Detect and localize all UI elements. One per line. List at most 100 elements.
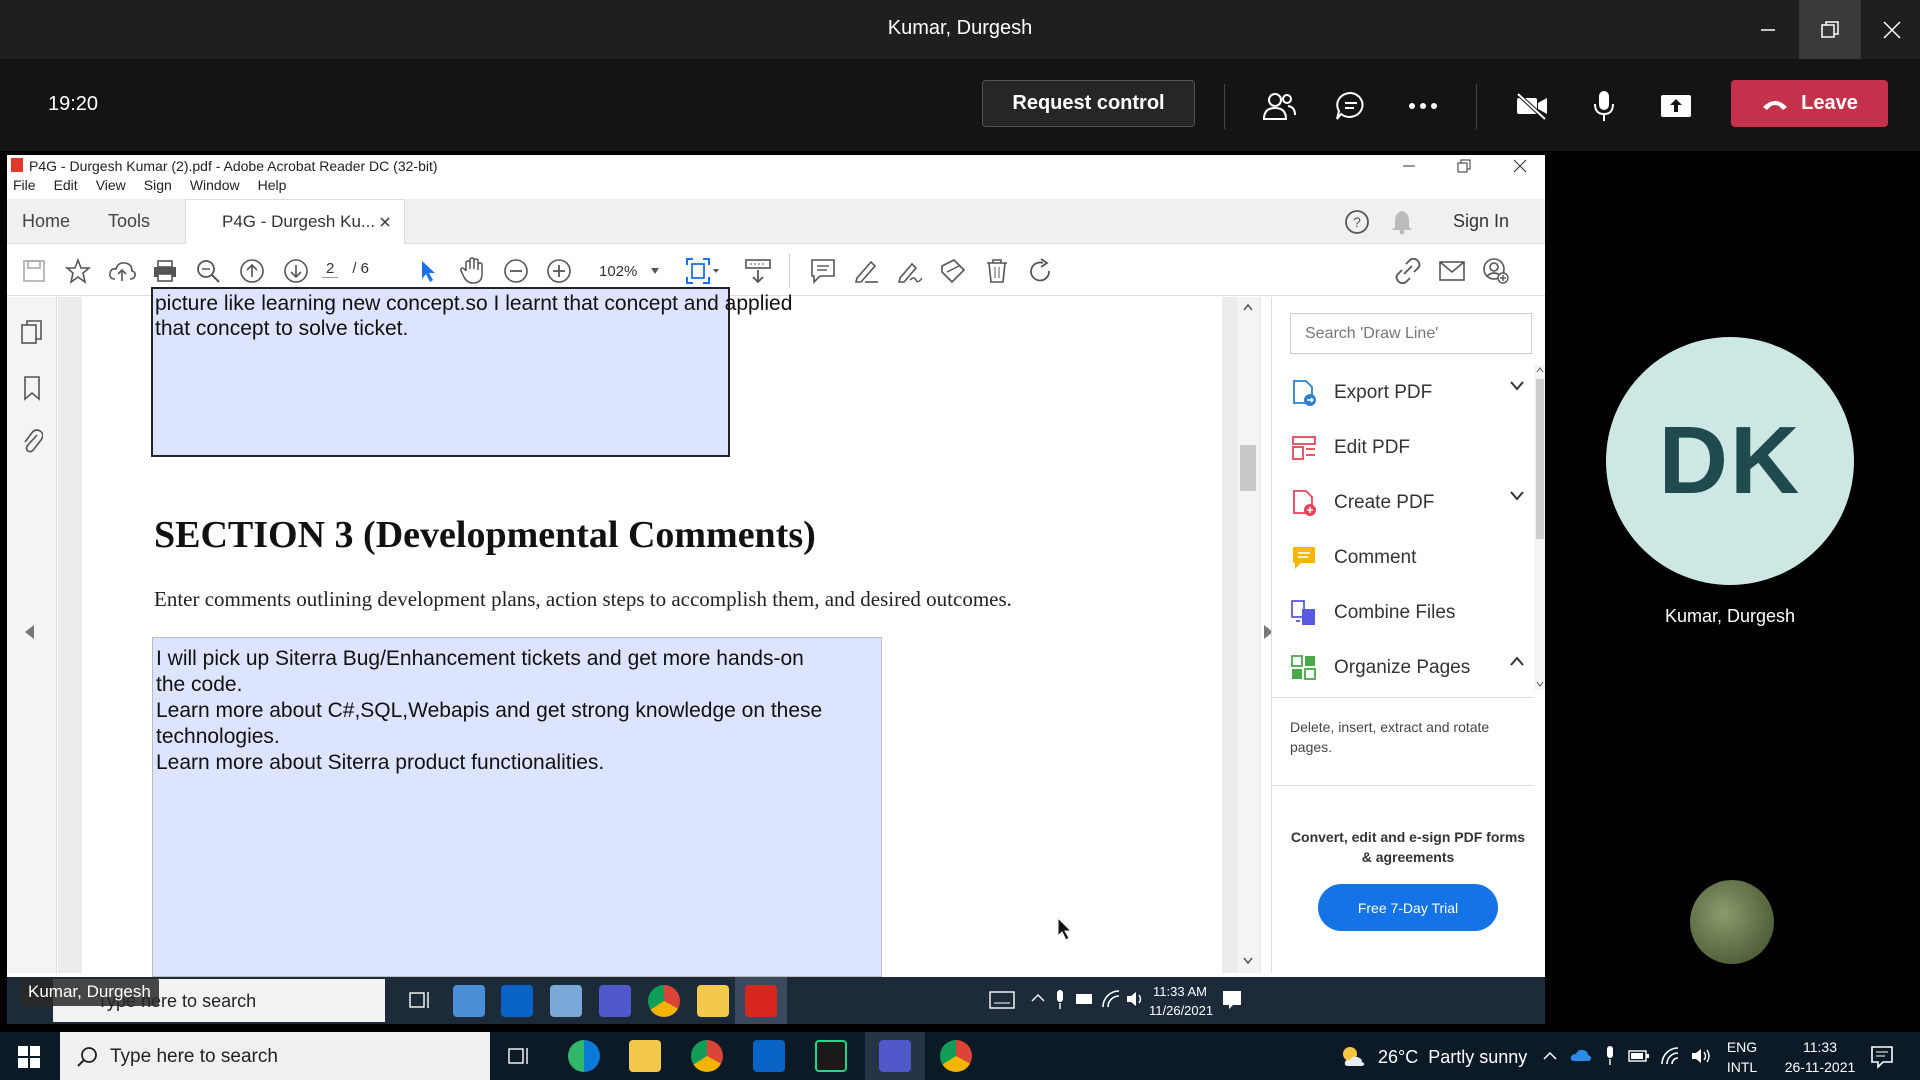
close-window-button[interactable] bbox=[1861, 0, 1920, 59]
camera-off-icon[interactable] bbox=[1507, 81, 1557, 131]
taskbar-clock[interactable]: 11:33 26-11-2021 bbox=[1770, 1037, 1870, 1077]
scrollbar-thumb[interactable] bbox=[1240, 445, 1256, 491]
notifications-bell-icon[interactable] bbox=[1391, 209, 1413, 235]
zoom-out-icon[interactable] bbox=[501, 256, 531, 286]
chrome-icon[interactable] bbox=[648, 985, 680, 1017]
scroll-up-arrow-icon[interactable] bbox=[1536, 367, 1544, 373]
app-icon[interactable] bbox=[453, 985, 485, 1017]
developmental-comments-field[interactable]: I will pick up Siterra Bug/Enhancement t… bbox=[152, 637, 882, 977]
file-explorer-icon[interactable] bbox=[697, 985, 729, 1017]
zoom-level-dropdown[interactable]: 102% bbox=[585, 258, 667, 284]
volume-icon[interactable] bbox=[1690, 1046, 1712, 1066]
notification-center-icon[interactable] bbox=[1870, 1045, 1894, 1069]
scroll-down-arrow-icon[interactable] bbox=[1536, 681, 1544, 687]
share-screen-icon[interactable] bbox=[1651, 81, 1701, 131]
tool-edit-pdf[interactable]: Edit PDF bbox=[1290, 420, 1530, 475]
menu-file[interactable]: File bbox=[13, 177, 36, 193]
close-tab-icon[interactable] bbox=[380, 217, 390, 227]
menu-edit[interactable]: Edit bbox=[54, 177, 78, 193]
windows-start-icon[interactable] bbox=[18, 1046, 40, 1068]
more-options-icon[interactable] bbox=[1398, 81, 1448, 131]
hand-tool-icon[interactable] bbox=[457, 256, 487, 286]
task-view-icon[interactable] bbox=[409, 989, 431, 1011]
keyboard-icon[interactable] bbox=[989, 990, 1015, 1010]
volume-icon[interactable] bbox=[1125, 989, 1145, 1009]
chevron-down-icon[interactable] bbox=[1510, 491, 1524, 501]
draw-freehand-icon[interactable] bbox=[895, 256, 925, 286]
search-zoom-icon[interactable] bbox=[193, 256, 223, 286]
tool-export-pdf[interactable]: Export PDF bbox=[1290, 365, 1530, 420]
chevron-up-icon[interactable] bbox=[1543, 1051, 1557, 1061]
app-icon[interactable] bbox=[550, 985, 582, 1017]
edge-icon[interactable] bbox=[568, 1040, 600, 1072]
share-link-icon[interactable] bbox=[1393, 256, 1423, 286]
pycharm-icon[interactable] bbox=[815, 1040, 847, 1072]
request-control-button[interactable]: Request control bbox=[982, 80, 1195, 127]
microphone-icon[interactable] bbox=[1579, 81, 1629, 131]
participants-icon[interactable] bbox=[1254, 81, 1304, 131]
tab-tools[interactable]: Tools bbox=[108, 199, 150, 244]
add-user-icon[interactable] bbox=[1481, 256, 1511, 286]
tools-search-input[interactable]: Search 'Draw Line' bbox=[1290, 313, 1532, 354]
onedrive-cloud-icon[interactable] bbox=[1570, 1048, 1592, 1062]
save-icon[interactable] bbox=[19, 256, 49, 286]
add-comment-icon[interactable] bbox=[808, 256, 838, 286]
collapse-left-panel-icon[interactable] bbox=[25, 625, 35, 639]
taskbar-search-box[interactable]: Type here to search bbox=[60, 1032, 490, 1080]
help-icon[interactable]: ? bbox=[1344, 209, 1370, 235]
teams-icon[interactable] bbox=[599, 985, 631, 1017]
attachment-paperclip-icon[interactable] bbox=[21, 427, 43, 455]
acrobat-restore-icon[interactable] bbox=[1457, 159, 1471, 173]
page-thumbnails-icon[interactable] bbox=[20, 319, 44, 345]
acrobat-close-icon[interactable] bbox=[1513, 159, 1527, 173]
upload-cloud-icon[interactable] bbox=[107, 256, 137, 286]
acrobat-taskbar-button[interactable] bbox=[735, 977, 787, 1024]
scrollbar-thumb[interactable] bbox=[1536, 379, 1544, 539]
page-number-input[interactable]: 2 bbox=[322, 260, 339, 278]
sign-document-icon[interactable] bbox=[938, 256, 968, 286]
menu-window[interactable]: Window bbox=[190, 177, 240, 193]
highlight-pen-icon[interactable] bbox=[851, 256, 881, 286]
tool-combine-files[interactable]: Combine Files bbox=[1290, 585, 1530, 640]
previous-comment-field[interactable]: picture like learning new concept.so I l… bbox=[151, 287, 792, 457]
tool-comment[interactable]: Comment bbox=[1290, 530, 1530, 585]
menu-view[interactable]: View bbox=[96, 177, 126, 193]
chrome-icon[interactable] bbox=[940, 1040, 972, 1072]
bookmarks-icon[interactable] bbox=[22, 375, 42, 401]
chrome-icon[interactable] bbox=[691, 1040, 723, 1072]
rotate-icon[interactable] bbox=[1025, 256, 1055, 286]
chevron-up-icon[interactable] bbox=[1510, 656, 1524, 666]
fit-page-icon[interactable] bbox=[683, 256, 723, 286]
tool-create-pdf[interactable]: Create PDF bbox=[1290, 475, 1530, 530]
chevron-down-icon[interactable] bbox=[1510, 381, 1524, 391]
notification-center-icon[interactable] bbox=[1221, 989, 1243, 1011]
scroll-down-arrow-icon[interactable] bbox=[1243, 957, 1253, 965]
task-view-icon[interactable] bbox=[508, 1046, 530, 1066]
bookmark-star-icon[interactable] bbox=[63, 256, 93, 286]
zoom-in-icon[interactable] bbox=[544, 256, 574, 286]
menu-sign[interactable]: Sign bbox=[144, 177, 172, 193]
minimize-button[interactable] bbox=[1737, 0, 1799, 59]
acrobat-minimize-icon[interactable] bbox=[1402, 159, 1416, 173]
tools-pane-scrollbar[interactable] bbox=[1534, 365, 1545, 690]
input-language[interactable]: ENG INTL bbox=[1722, 1037, 1762, 1077]
outlook-icon[interactable] bbox=[501, 985, 533, 1017]
restore-button[interactable] bbox=[1799, 0, 1861, 59]
email-icon[interactable] bbox=[1437, 256, 1467, 286]
menu-help[interactable]: Help bbox=[258, 177, 287, 193]
delete-trash-icon[interactable] bbox=[982, 256, 1012, 286]
leave-button[interactable]: Leave bbox=[1731, 80, 1888, 127]
file-explorer-icon[interactable] bbox=[629, 1040, 661, 1072]
document-scrollbar[interactable] bbox=[1237, 297, 1259, 973]
teams-taskbar-button[interactable] bbox=[865, 1032, 925, 1080]
next-page-icon[interactable] bbox=[281, 256, 311, 286]
print-icon[interactable] bbox=[150, 256, 180, 286]
tool-organize-pages[interactable]: Organize Pages bbox=[1290, 640, 1530, 695]
free-trial-button[interactable]: Free 7-Day Trial bbox=[1318, 884, 1498, 931]
select-cursor-icon[interactable] bbox=[413, 256, 443, 286]
sign-in-link[interactable]: Sign In bbox=[1453, 199, 1509, 244]
weather-text[interactable]: 26°C Partly sunny bbox=[1378, 1047, 1527, 1068]
tab-document[interactable]: P4G - Durgesh Ku... bbox=[185, 199, 405, 244]
read-mode-icon[interactable] bbox=[743, 256, 773, 286]
chevron-up-icon[interactable] bbox=[1031, 993, 1045, 1003]
